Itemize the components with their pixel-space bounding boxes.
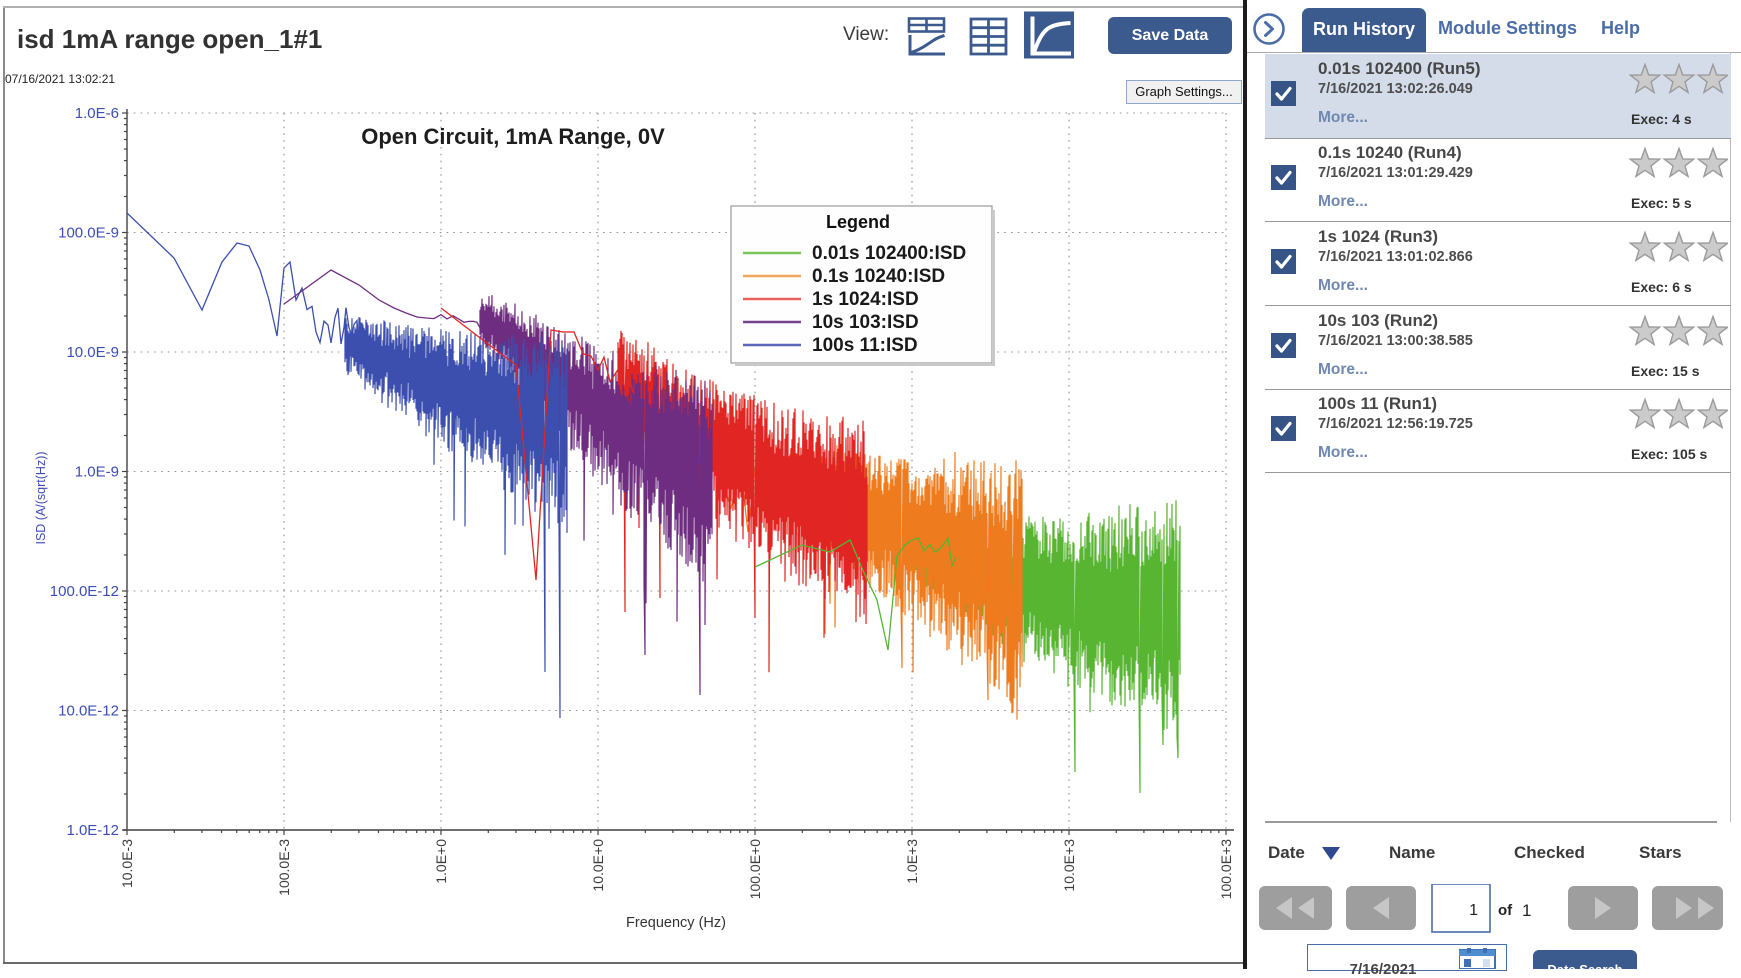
svg-text:0.01s 102400:ISD: 0.01s 102400:ISD xyxy=(812,243,966,264)
svg-text:Legend: Legend xyxy=(826,212,890,232)
svg-text:ISD (A/(sqrt(Hz)): ISD (A/(sqrt(Hz)) xyxy=(34,451,48,544)
svg-text:100.0E-9: 100.0E-9 xyxy=(58,225,119,242)
svg-text:100s 11:ISD: 100s 11:ISD xyxy=(812,335,918,356)
svg-text:10.0E+3: 10.0E+3 xyxy=(1061,839,1077,892)
svg-text:10.0E-12: 10.0E-12 xyxy=(58,703,119,720)
svg-text:100.0E+3: 100.0E+3 xyxy=(1218,839,1234,900)
svg-text:1.0E-6: 1.0E-6 xyxy=(75,105,119,122)
svg-text:0.1s 10240:ISD: 0.1s 10240:ISD xyxy=(812,266,945,287)
svg-text:1s 1024:ISD: 1s 1024:ISD xyxy=(812,289,919,310)
svg-text:Open Circuit, 1mA Range, 0V: Open Circuit, 1mA Range, 0V xyxy=(361,124,665,149)
svg-text:1.0E+3: 1.0E+3 xyxy=(904,839,920,884)
svg-text:100.0E+0: 100.0E+0 xyxy=(747,839,763,900)
svg-text:of: of xyxy=(1498,902,1513,919)
svg-text:1.0E-9: 1.0E-9 xyxy=(75,464,119,481)
svg-text:10s 103:ISD: 10s 103:ISD xyxy=(812,312,919,333)
svg-text:1.0E+0: 1.0E+0 xyxy=(433,839,449,884)
svg-text:1: 1 xyxy=(1522,901,1531,920)
svg-text:1.0E-12: 1.0E-12 xyxy=(66,822,119,839)
svg-text:10.0E-9: 10.0E-9 xyxy=(66,344,119,361)
svg-text:Frequency (Hz): Frequency (Hz) xyxy=(626,915,726,931)
svg-text:1: 1 xyxy=(1469,902,1478,919)
svg-text:10.0E-3: 10.0E-3 xyxy=(119,839,135,888)
svg-text:100.0E-12: 100.0E-12 xyxy=(50,583,119,600)
svg-text:10.0E+0: 10.0E+0 xyxy=(590,839,606,892)
svg-text:100.0E-3: 100.0E-3 xyxy=(276,839,292,896)
